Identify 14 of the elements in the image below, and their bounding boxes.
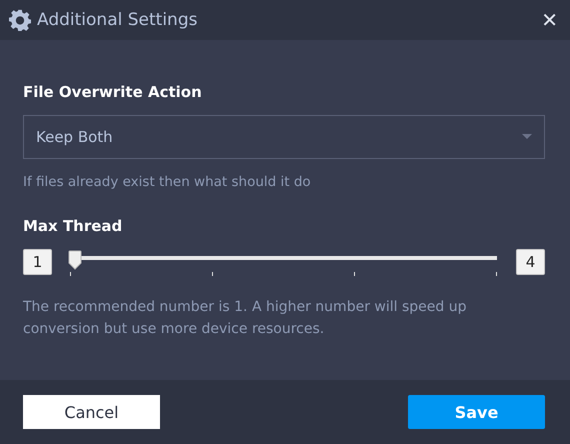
settings-icon (9, 9, 31, 31)
cancel-button[interactable]: Cancel (23, 395, 160, 429)
dropdown-field[interactable]: Keep Both (23, 115, 545, 159)
max-value: 4 (516, 249, 545, 275)
slider[interactable] (70, 250, 497, 270)
field-label: File Overwrite Action (23, 82, 203, 102)
slider-thumb[interactable] (68, 250, 82, 270)
hint-text: If files already exist then what should it do (23, 174, 312, 190)
window-title: Additional Settings (37, 10, 198, 30)
min-value: 1 (23, 249, 52, 275)
close-button[interactable]: ✕ (541, 10, 558, 30)
caret-icon (522, 134, 532, 140)
field-label: Max Thread (23, 216, 124, 236)
description-text: The recommended number is 1. A higher number will speed up conversion but use more device resources. (23, 298, 468, 339)
